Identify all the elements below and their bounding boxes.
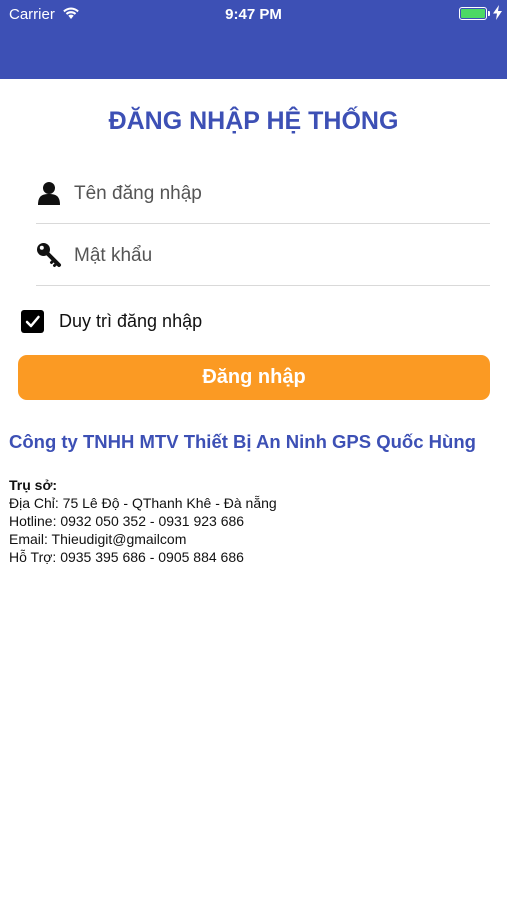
contact-info: Trụ sở: Địa Chỉ: 75 Lê Độ - QThanh Khê -… <box>9 476 277 566</box>
password-input[interactable] <box>74 238 474 274</box>
key-icon <box>36 242 62 268</box>
username-input[interactable] <box>74 176 474 212</box>
remember-login-label: Duy trì đăng nhập <box>59 310 203 331</box>
checkbox-checked-icon[interactable] <box>21 309 44 333</box>
username-field[interactable] <box>36 168 490 224</box>
charging-icon <box>493 5 502 23</box>
hotline-text: Hotline: 0932 050 352 - 0931 923 686 <box>9 513 245 529</box>
page-title: ĐĂNG NHẬP HỆ THỐNG <box>108 107 399 135</box>
battery-tip <box>488 11 490 16</box>
battery-icon <box>459 7 487 20</box>
office-label: Trụ sở: <box>9 477 58 493</box>
company-name: Công ty TNHH MTV Thiết Bị An Ninh GPS Qu… <box>9 431 476 452</box>
login-button[interactable]: Đăng nhập <box>18 355 490 400</box>
address-text: Địa Chỉ: 75 Lê Độ - QThanh Khê - Đà nẵng <box>9 495 277 511</box>
remember-login-toggle[interactable]: Duy trì đăng nhập <box>21 309 202 333</box>
status-time: 9:47 PM <box>225 6 282 23</box>
support-text: Hỗ Trợ: 0935 395 686 - 0905 884 686 <box>9 549 244 565</box>
status-bar: Carrier 9:47 PM <box>0 0 507 28</box>
user-icon <box>36 180 62 206</box>
email-text: Email: Thieudigit@gmailcom <box>9 531 187 547</box>
password-field[interactable] <box>36 230 490 286</box>
